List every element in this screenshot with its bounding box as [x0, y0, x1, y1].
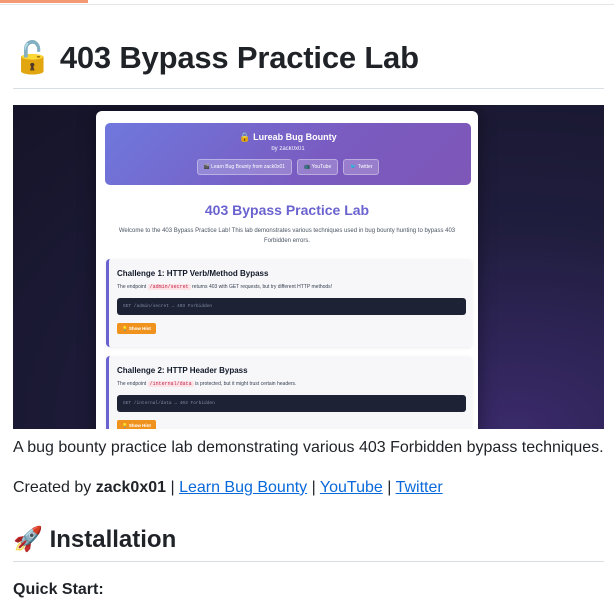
- screenshot-hero-banner: 🔒 Lureab Bug Bounty by zack0x01 🎬 Learn …: [105, 123, 471, 185]
- credits-prefix: Created by: [13, 479, 96, 496]
- challenge-description: The endpoint /admin/secret returns 403 w…: [117, 284, 332, 290]
- unlock-icon: 🔓: [13, 40, 52, 76]
- installation-divider: [13, 561, 604, 562]
- challenge-code-block: GET /admin/secret → 403 Forbidden: [117, 298, 466, 315]
- screenshot-challenge-card: Challenge 2: HTTP Header Bypass The endp…: [106, 356, 472, 429]
- screenshot-intro: Welcome to the 403 Bypass Practice Lab! …: [118, 228, 456, 244]
- credits-line: Created by zack0x01 | Learn Bug Bounty |…: [13, 478, 443, 498]
- screenshot-twitter-button: 🐦 Twitter: [343, 159, 380, 175]
- screenshot-heading: 403 Bypass Practice Lab: [204, 202, 370, 218]
- challenge-desc-suffix: is protected, but it might trust certain…: [193, 381, 297, 387]
- lab-screenshot: 🔒 Lureab Bug Bounty by zack0x01 🎬 Learn …: [13, 105, 604, 429]
- top-accent-bar: [0, 0, 88, 3]
- credits-separator: |: [307, 479, 320, 496]
- screenshot-challenge-card: Challenge 1: HTTP Verb/Method Bypass The…: [106, 259, 472, 347]
- challenge-desc-prefix: The endpoint: [117, 381, 148, 387]
- rocket-icon: 🚀: [13, 525, 43, 553]
- author-name: zack0x01: [95, 479, 167, 496]
- challenge-code-block: GET /internal/data → 403 Forbidden: [117, 395, 466, 412]
- challenge-desc-suffix: returns 403 with GET requests, but try d…: [190, 284, 333, 290]
- challenge-endpoint: /internal/data: [147, 381, 194, 387]
- screenshot-learn-button: 🎬 Learn Bug Bounty from zack0x01: [196, 159, 293, 175]
- twitter-link[interactable]: Twitter: [396, 479, 443, 496]
- challenge-endpoint: /admin/secret: [147, 284, 191, 290]
- readme-description: A bug bounty practice lab demonstrating …: [13, 439, 604, 456]
- challenge-title: Challenge 2: HTTP Header Bypass: [117, 366, 248, 375]
- youtube-link[interactable]: YouTube: [320, 479, 383, 496]
- page-title-text: 403 Bypass Practice Lab: [59, 40, 419, 75]
- installation-heading-text: Installation: [49, 526, 177, 553]
- screenshot-youtube-button: 📺 YouTube: [297, 159, 339, 175]
- installation-heading: 🚀 Installation: [13, 522, 176, 557]
- screenshot-page: 🔒 Lureab Bug Bounty by zack0x01 🎬 Learn …: [96, 111, 478, 429]
- quick-start-label: Quick Start:: [13, 581, 104, 598]
- credits-separator: |: [166, 479, 180, 496]
- challenge-description: The endpoint /internal/data is protected…: [117, 381, 296, 387]
- screenshot-byline: by zack0x01: [271, 146, 305, 152]
- title-divider: [13, 88, 604, 89]
- screenshot-link-buttons: 🎬 Learn Bug Bounty from zack0x01 📺 YouTu…: [105, 159, 471, 175]
- challenge-title: Challenge 1: HTTP Verb/Method Bypass: [117, 269, 269, 278]
- screenshot-brand: 🔒 Lureab Bug Bounty: [239, 132, 337, 142]
- page-title: 🔓 403 Bypass Practice Lab: [13, 36, 419, 80]
- challenge-hint-button: 💡 Show Hint: [117, 420, 156, 429]
- credits-separator: |: [382, 479, 396, 496]
- challenge-hint-button: 💡 Show Hint: [117, 323, 156, 334]
- top-divider: [0, 4, 614, 5]
- learn-bug-bounty-link[interactable]: Learn Bug Bounty: [179, 479, 307, 496]
- challenge-desc-prefix: The endpoint: [117, 284, 148, 290]
